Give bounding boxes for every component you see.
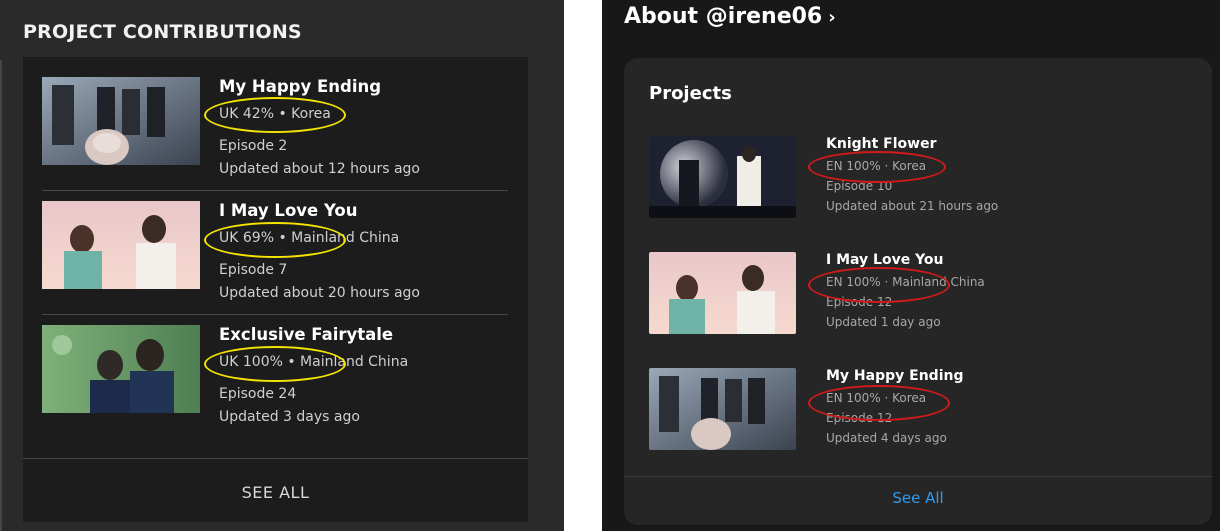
updated-label: Updated about 12 hours ago [219, 161, 420, 177]
updated-label: Updated about 20 hours ago [219, 285, 420, 301]
panel-edge [0, 60, 2, 531]
language-progress: EN 100% · Mainland China [826, 275, 985, 289]
language-progress: EN 100% · Korea [826, 159, 927, 173]
poster-thumbnail[interactable] [42, 77, 200, 165]
see-all-divider [624, 476, 1212, 477]
episode-label: Episode 12 [826, 295, 893, 309]
divider [42, 314, 508, 315]
project-item[interactable]: I May Love You EN 100% · Mainland China … [649, 252, 1189, 336]
contribution-item[interactable]: I May Love You UK 69% • Mainland China E… [42, 201, 508, 325]
language-progress: UK 69% • Mainland China [219, 230, 400, 246]
about-heading[interactable]: About @irene06 › [624, 4, 836, 29]
divider [42, 190, 508, 191]
updated-label: Updated about 21 hours ago [826, 199, 999, 213]
contribution-item[interactable]: My Happy Ending UK 42% • Korea Episode 2… [42, 77, 508, 201]
updated-label: Updated 1 day ago [826, 315, 941, 329]
episode-label: Episode 2 [219, 138, 288, 154]
episode-label: Episode 10 [826, 179, 893, 193]
language-progress: EN 100% · Korea [826, 391, 927, 405]
language-progress: UK 100% • Mainland China [219, 354, 409, 370]
contributions-card: My Happy Ending UK 42% • Korea Episode 2… [23, 57, 528, 522]
contribution-item[interactable]: Exclusive Fairytale UK 100% • Mainland C… [42, 325, 508, 449]
projects-heading: Projects [649, 83, 732, 104]
project-title[interactable]: My Happy Ending [219, 77, 381, 96]
poster-thumbnail[interactable] [649, 136, 796, 218]
about-label[interactable]: About @irene06 [624, 4, 822, 29]
project-title[interactable]: I May Love You [219, 201, 358, 220]
episode-label: Episode 12 [826, 411, 893, 425]
section-title: PROJECT CONTRIBUTIONS [23, 21, 302, 43]
project-item[interactable]: My Happy Ending EN 100% · Korea Episode … [649, 368, 1189, 452]
updated-label: Updated 3 days ago [219, 409, 360, 425]
poster-thumbnail[interactable] [649, 252, 796, 334]
episode-label: Episode 7 [219, 262, 288, 278]
language-progress: UK 42% • Korea [219, 106, 331, 122]
project-title[interactable]: My Happy Ending [826, 368, 963, 384]
project-title[interactable]: Knight Flower [826, 136, 936, 152]
poster-thumbnail[interactable] [42, 201, 200, 289]
poster-thumbnail[interactable] [649, 368, 796, 450]
chevron-right-icon[interactable]: › [828, 7, 835, 28]
poster-thumbnail[interactable] [42, 325, 200, 413]
projects-card: Projects Knight Flower EN 100% · Korea E… [624, 58, 1212, 525]
gap [564, 0, 602, 531]
left-panel: PROJECT CONTRIBUTIONS My Happy Ending UK… [0, 0, 564, 531]
project-title[interactable]: I May Love You [826, 252, 944, 268]
see-all-link[interactable]: See All [624, 489, 1212, 507]
see-all-divider [23, 458, 528, 459]
project-item[interactable]: Knight Flower EN 100% · Korea Episode 10… [649, 136, 1189, 220]
updated-label: Updated 4 days ago [826, 431, 947, 445]
see-all-button[interactable]: SEE ALL [23, 483, 528, 502]
project-title[interactable]: Exclusive Fairytale [219, 325, 393, 344]
episode-label: Episode 24 [219, 386, 297, 402]
right-panel: About @irene06 › Projects Knight Flower E… [602, 0, 1220, 531]
